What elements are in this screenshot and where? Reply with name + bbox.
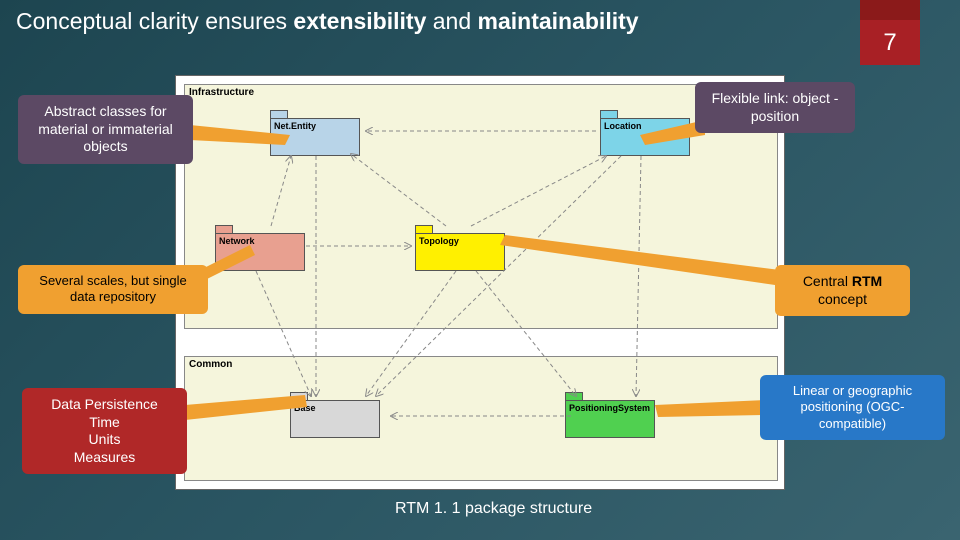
callout-central-t3: concept (818, 291, 867, 307)
callout-linear-text: Linear or geographic positioning (OGC-co… (793, 383, 912, 431)
callout-central-t2: RTM (852, 273, 882, 289)
callout-central: Central RTM concept (775, 265, 910, 316)
title-text-1: Conceptual clarity ensures (16, 8, 293, 34)
pointer-central (500, 230, 780, 290)
callout-scales-text: Several scales, but single data reposito… (39, 273, 186, 304)
diagram-caption: RTM 1. 1 package structure (395, 500, 592, 518)
positioning-package: PositioningSystem (565, 392, 655, 438)
callout-abstract-text: Abstract classes for material or immater… (38, 103, 173, 154)
page-number: 7 (860, 20, 920, 65)
pointer-positioning (650, 395, 765, 425)
callout-flexible-text: Flexible link: object - position (712, 90, 839, 124)
pointer-persist (185, 385, 315, 425)
callout-persist-l1: Data Persistence (34, 396, 175, 414)
callout-central-t1: Central (803, 273, 852, 289)
title-text-2: and (426, 8, 477, 34)
callout-persistence: Data Persistence Time Units Measures (22, 388, 187, 474)
infrastructure-label: Infrastructure (189, 87, 254, 98)
callout-scales: Several scales, but single data reposito… (18, 265, 208, 314)
positioning-label: PositioningSystem (565, 400, 655, 438)
title-bold-1: extensibility (293, 8, 426, 34)
pointer-scales (200, 240, 260, 280)
topology-package: Topology (415, 225, 505, 271)
callout-persist-l4: Measures (34, 449, 175, 467)
callout-persist-l2: Time (34, 414, 175, 432)
callout-persist-l3: Units (34, 431, 175, 449)
common-label: Common (189, 359, 232, 370)
slide-title: Conceptual clarity ensures extensibility… (16, 8, 639, 35)
callout-flexible-link: Flexible link: object - position (695, 82, 855, 133)
page-number-badge: 7 (860, 0, 920, 65)
title-bold-2: maintainability (478, 8, 639, 34)
topology-label: Topology (415, 233, 505, 271)
callout-positioning: Linear or geographic positioning (OGC-co… (760, 375, 945, 440)
pointer-abstract (190, 120, 300, 160)
callout-abstract-classes: Abstract classes for material or immater… (18, 95, 193, 164)
